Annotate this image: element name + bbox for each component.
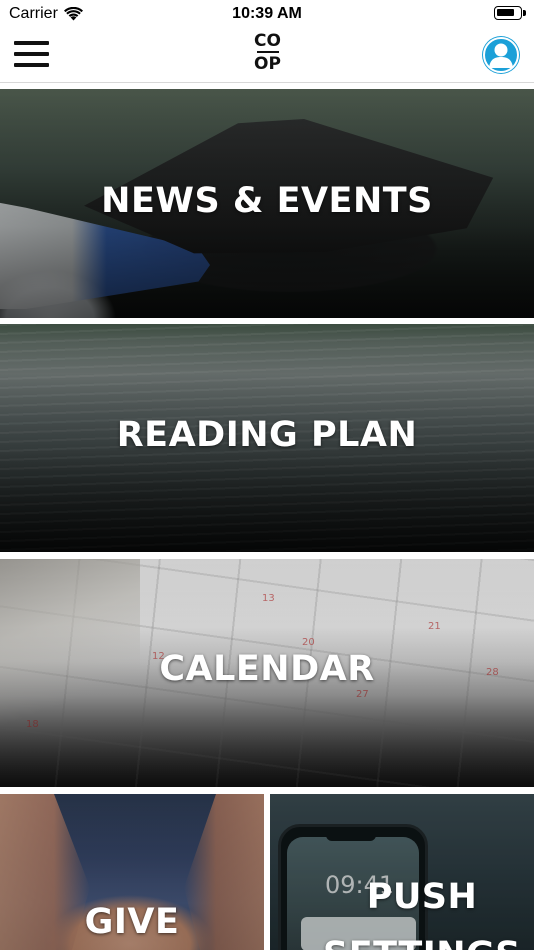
tile-give[interactable]: GIVE	[0, 794, 264, 950]
tile-label-give: GIVE	[84, 902, 180, 942]
tile-news-events[interactable]: NEWS & EVENTS	[0, 89, 534, 318]
logo-bottom-text: OP	[254, 54, 281, 74]
tile-reading-plan[interactable]: READING PLAN	[0, 324, 534, 552]
battery-icon	[494, 6, 526, 20]
tile-label-reading-plan: READING PLAN	[116, 415, 418, 455]
logo-top-text: CO	[254, 31, 281, 51]
logo-divider	[256, 51, 279, 53]
tile-label-news-events: NEWS & EVENTS	[101, 181, 433, 221]
top-nav-bar: CO OP	[0, 28, 534, 83]
tile-calendar[interactable]: 13 20 21 27 28 18 12 CALENDAR	[0, 559, 534, 787]
hamburger-menu-icon[interactable]	[14, 41, 50, 69]
user-silhouette-icon	[483, 37, 519, 73]
status-time: 10:39 AM	[232, 5, 302, 22]
tile-label-push-settings: PUSH SETTINGS	[323, 877, 520, 950]
coop-logo: CO OP	[254, 32, 281, 74]
user-profile-icon[interactable]	[482, 36, 520, 74]
tile-label-calendar: CALENDAR	[159, 649, 375, 689]
status-bar: Carrier 10:39 AM	[0, 0, 534, 28]
tile-push-settings[interactable]: 09:41 PUSH SETTINGS	[270, 794, 534, 950]
